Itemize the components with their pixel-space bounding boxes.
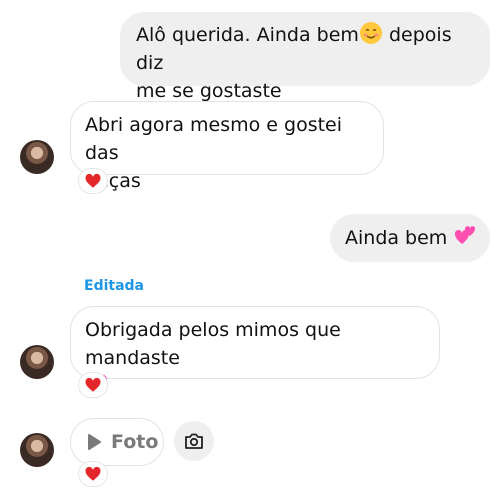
- contact-avatar[interactable]: [20, 140, 54, 174]
- two-hearts-emoji-icon: [455, 226, 476, 244]
- smiling-face-emoji-icon: [359, 22, 382, 44]
- play-icon: [88, 434, 101, 450]
- camera-icon: [185, 433, 203, 449]
- message-line: peças: [85, 170, 141, 192]
- contact-avatar[interactable]: [20, 345, 54, 379]
- heart-reaction[interactable]: [78, 168, 108, 194]
- photo-label: Foto: [111, 431, 159, 453]
- outgoing-message-bubble[interactable]: Alô querida. Ainda bem depois diz me se …: [120, 12, 490, 102]
- message-line: Abri agora mesmo e gostei das: [85, 114, 343, 164]
- heart-reaction[interactable]: [78, 372, 108, 398]
- message-line: Alô querida. Ainda bem depois diz: [136, 21, 476, 77]
- heart-reaction[interactable]: [78, 461, 108, 487]
- heart-icon: [85, 377, 101, 392]
- heart-icon: [85, 466, 101, 481]
- contact-avatar[interactable]: [20, 433, 54, 467]
- incoming-message-bubble[interactable]: Abri agora mesmo e gostei das peças: [70, 101, 384, 192]
- camera-button[interactable]: [174, 421, 214, 461]
- message-line: [85, 372, 425, 400]
- edited-label: Editada: [84, 278, 144, 294]
- incoming-message-bubble[interactable]: Obrigada pelos mimos que mandaste: [70, 306, 440, 393]
- outgoing-message-bubble[interactable]: Ainda bem: [330, 214, 490, 262]
- photo-message-button[interactable]: Foto: [70, 418, 164, 466]
- message-line: Obrigada pelos mimos que mandaste: [85, 319, 341, 369]
- heart-icon: [85, 173, 101, 188]
